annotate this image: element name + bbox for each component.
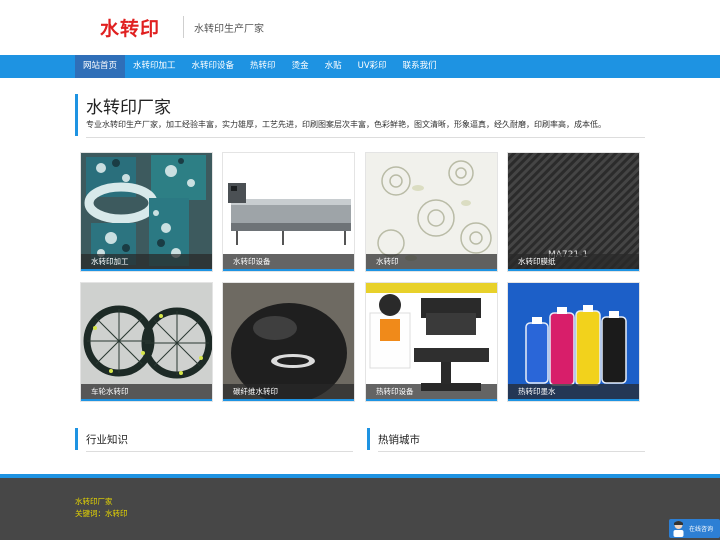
intro-divider	[86, 137, 645, 138]
cities-divider	[378, 451, 645, 452]
page-description: 专业水转印生产厂家，加工经验丰富，实力雄厚，工艺先进，印刷图案层次丰富，色彩鲜艳…	[86, 120, 606, 129]
nav-item-heat-transfer[interactable]: 热转印	[242, 55, 284, 78]
site-header: 水转印 水转印生产厂家	[0, 0, 720, 55]
product-caption: 碳纤维水转印	[223, 384, 354, 399]
nav-item-hot-stamping[interactable]: 烫金	[284, 55, 317, 78]
product-card-heat-press[interactable]: 热转印设备	[365, 282, 498, 402]
main-nav: 网站首页 水转印加工 水转印设备 热转印 烫金 水贴 UV彩印 联系我们	[0, 55, 720, 78]
cities-section-title[interactable]: 热销城市	[378, 432, 420, 447]
caption-accent	[81, 399, 212, 401]
nav-item-processing[interactable]: 水转印加工	[125, 55, 184, 78]
caption-accent	[508, 399, 639, 401]
chat-label: 在线咨询	[689, 526, 714, 533]
industry-divider	[86, 451, 353, 452]
site-footer: 水转印厂家 关键词：水转印	[0, 478, 720, 540]
nav-item-equipment[interactable]: 水转印设备	[184, 55, 243, 78]
product-card-equipment[interactable]: 水转印设备	[222, 152, 355, 272]
footer-company: 水转印厂家	[75, 497, 113, 506]
product-caption: 热转印墨水	[508, 384, 639, 399]
nav-item-contact[interactable]: 联系我们	[395, 55, 445, 78]
site-slogan: 水转印生产厂家	[194, 24, 264, 35]
page-title: 水转印厂家	[86, 98, 171, 118]
product-card-film[interactable]: MA721-1 水转印膜纸	[507, 152, 640, 272]
product-card-wheels[interactable]: 车轮水转印	[80, 282, 213, 402]
product-caption: 车轮水转印	[81, 384, 212, 399]
caption-accent	[366, 399, 497, 401]
product-caption: 水转印	[366, 254, 497, 269]
caption-accent	[508, 269, 639, 271]
product-caption: 水转印设备	[223, 254, 354, 269]
industry-accent-bar	[75, 428, 78, 450]
nav-item-decals[interactable]: 水贴	[317, 55, 350, 78]
product-caption: 热转印设备	[366, 384, 497, 399]
online-chat-button[interactable]: 在线咨询	[669, 519, 720, 538]
caption-accent	[366, 269, 497, 271]
caption-accent	[223, 399, 354, 401]
intro-accent-bar	[75, 94, 78, 136]
caption-accent	[81, 269, 212, 271]
product-card-ink[interactable]: 热转印墨水	[507, 282, 640, 402]
product-card-floral[interactable]: 水转印	[365, 152, 498, 272]
nav-item-uv-print[interactable]: UV彩印	[350, 55, 395, 78]
footer-keywords: 关键词：水转印	[75, 509, 128, 518]
product-caption: 水转印膜纸	[508, 254, 639, 269]
support-agent-icon	[673, 521, 684, 537]
product-caption: 水转印加工	[81, 254, 212, 269]
logo-divider	[183, 16, 184, 38]
product-card-processing[interactable]: 水转印加工	[80, 152, 213, 272]
product-card-carbon-helmet[interactable]: 碳纤维水转印	[222, 282, 355, 402]
cities-accent-bar	[367, 428, 370, 450]
nav-item-home[interactable]: 网站首页	[75, 55, 126, 78]
site-logo[interactable]: 水转印	[100, 14, 160, 41]
caption-accent	[223, 269, 354, 271]
industry-section-title[interactable]: 行业知识	[86, 432, 128, 447]
